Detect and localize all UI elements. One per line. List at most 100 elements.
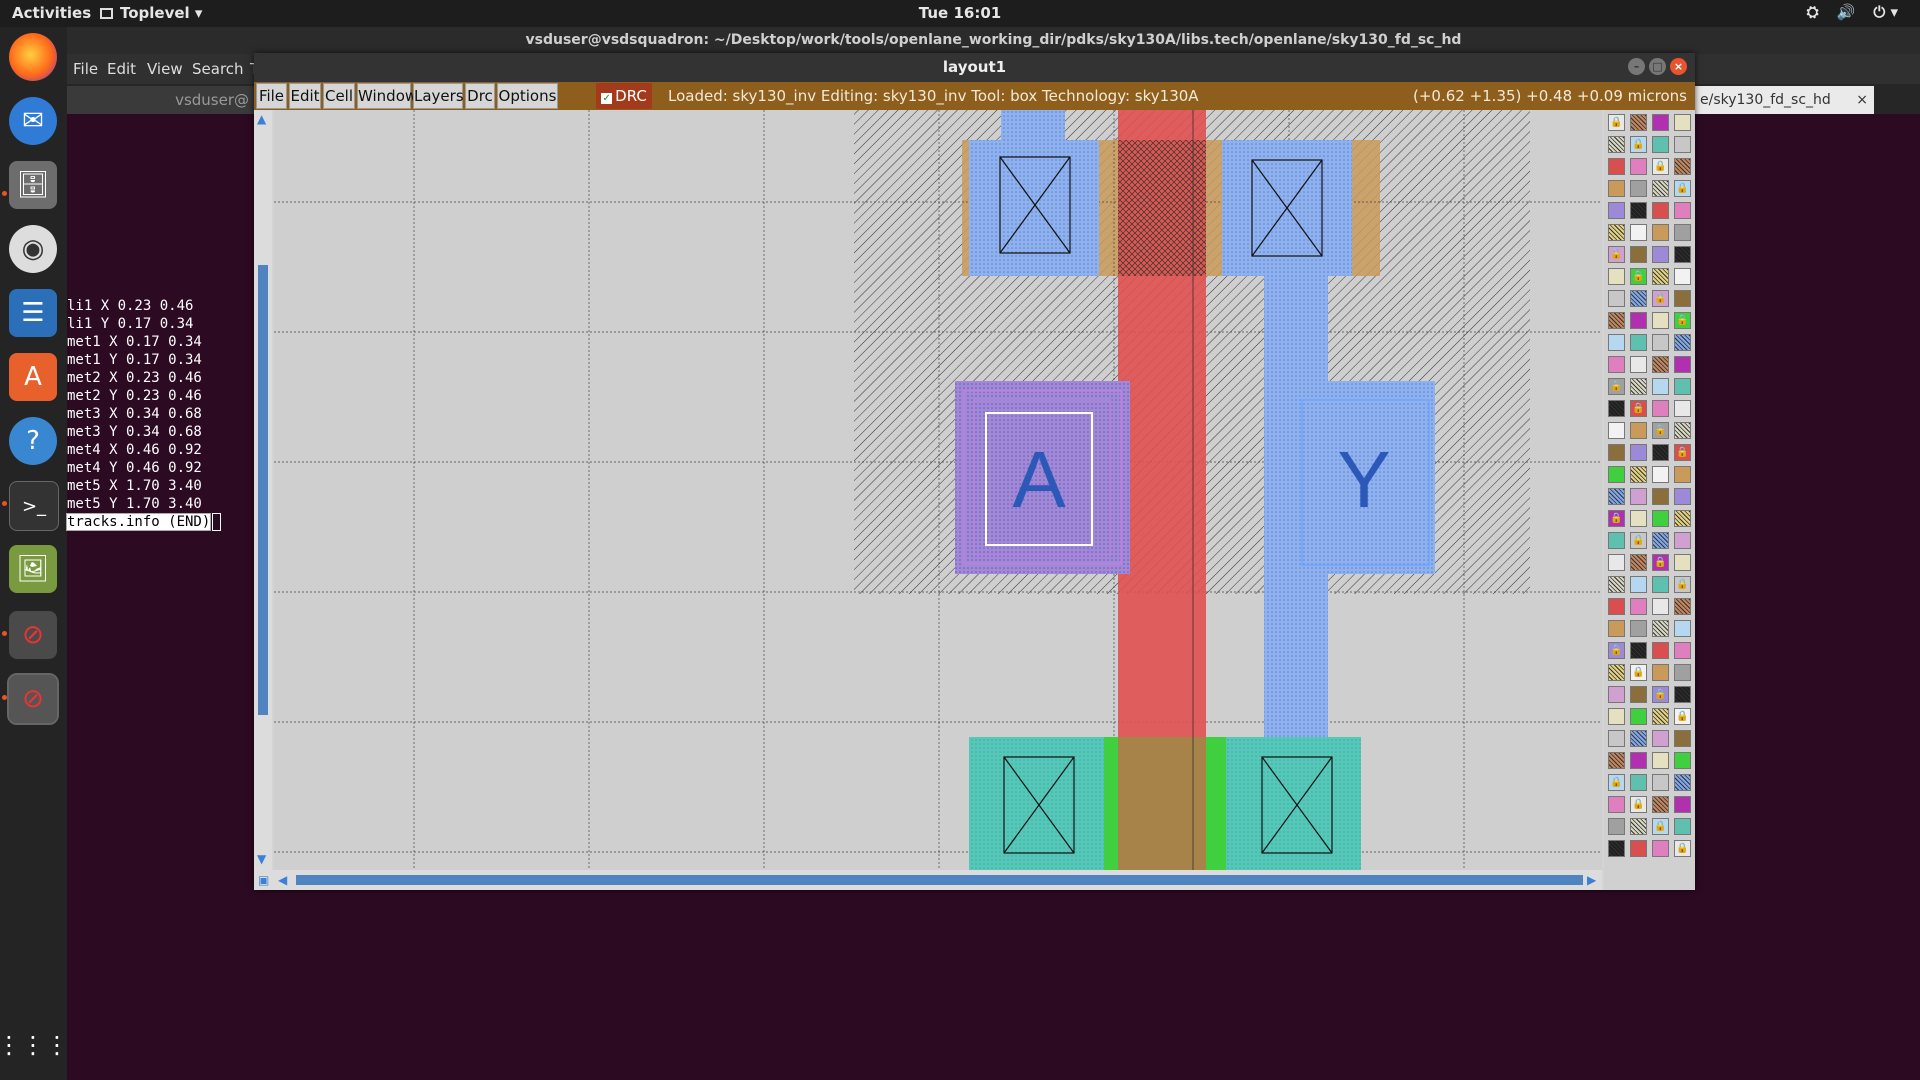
writer-icon[interactable]: ☰ [9, 289, 57, 337]
layer-swatch[interactable] [1608, 488, 1625, 505]
layer-swatch[interactable] [1674, 356, 1691, 373]
layer-swatch[interactable]: 🔒 [1652, 158, 1669, 175]
zoom-box-icon[interactable]: ▣ [258, 873, 269, 887]
layer-swatch[interactable] [1608, 444, 1625, 461]
layer-swatch[interactable]: 🔒 [1674, 840, 1691, 857]
layer-swatch[interactable] [1674, 510, 1691, 527]
layer-swatch[interactable] [1630, 708, 1647, 725]
layer-swatch[interactable]: 🔒 [1630, 532, 1647, 549]
layer-swatch[interactable]: 🔒 [1674, 444, 1691, 461]
layer-swatch[interactable] [1652, 510, 1669, 527]
layer-swatch[interactable] [1608, 312, 1625, 329]
layer-swatch[interactable] [1630, 312, 1647, 329]
layer-swatch[interactable] [1630, 774, 1647, 791]
layer-swatch[interactable] [1608, 356, 1625, 373]
layer-swatch[interactable] [1608, 752, 1625, 769]
layer-swatch[interactable] [1630, 422, 1647, 439]
menu-cell[interactable]: Cell [323, 83, 355, 109]
layer-swatch[interactable] [1630, 334, 1647, 351]
layer-swatch[interactable] [1630, 290, 1647, 307]
layer-swatch[interactable] [1674, 136, 1691, 153]
layer-swatch[interactable] [1608, 532, 1625, 549]
layer-swatch[interactable] [1674, 620, 1691, 637]
layer-swatch[interactable]: 🔒 [1652, 818, 1669, 835]
layer-swatch[interactable] [1608, 554, 1625, 571]
terminal-tab[interactable]: vsduser@ [67, 86, 257, 114]
layer-swatch[interactable]: 🔒 [1608, 510, 1625, 527]
layer-swatch[interactable] [1608, 180, 1625, 197]
layer-swatch[interactable] [1608, 466, 1625, 483]
layer-swatch[interactable] [1674, 268, 1691, 285]
menu-options[interactable]: Options [497, 83, 558, 109]
layer-swatch[interactable] [1608, 136, 1625, 153]
scroll-down-icon[interactable]: ▼ [257, 852, 266, 866]
layer-swatch[interactable] [1608, 686, 1625, 703]
layer-swatch[interactable] [1652, 576, 1669, 593]
layer-swatch[interactable] [1652, 840, 1669, 857]
layer-swatch[interactable] [1608, 620, 1625, 637]
menu-window[interactable]: Window [357, 83, 417, 109]
layer-swatch[interactable] [1674, 202, 1691, 219]
blocked-app-icon[interactable]: ⊘ [9, 611, 57, 659]
layer-swatch[interactable] [1652, 246, 1669, 263]
layer-swatch[interactable] [1630, 598, 1647, 615]
layer-swatch[interactable] [1630, 180, 1647, 197]
system-tray[interactable]: ⛭ 🔊 ⏻ ▾ [1807, 3, 1898, 21]
layer-swatch[interactable]: 🔒 [1608, 642, 1625, 659]
layer-swatch[interactable] [1674, 686, 1691, 703]
layer-swatch[interactable] [1608, 796, 1625, 813]
clock[interactable]: Tue 16:01 [0, 4, 1920, 22]
layer-swatch[interactable] [1630, 466, 1647, 483]
layer-swatch[interactable] [1674, 114, 1691, 131]
layer-swatch[interactable]: 🔒 [1630, 796, 1647, 813]
layer-swatch[interactable]: 🔒 [1608, 378, 1625, 395]
layer-swatch[interactable] [1608, 664, 1625, 681]
help-icon[interactable]: ? [9, 417, 57, 465]
scroll-up-icon[interactable]: ▲ [257, 112, 266, 126]
layer-swatch[interactable] [1674, 158, 1691, 175]
layer-swatch[interactable]: 🔒 [1652, 422, 1669, 439]
close-icon[interactable]: × [1670, 58, 1687, 75]
layer-swatch[interactable] [1630, 202, 1647, 219]
layer-swatch[interactable] [1652, 598, 1669, 615]
layer-swatch[interactable]: 🔒 [1608, 246, 1625, 263]
layer-swatch[interactable] [1608, 334, 1625, 351]
layer-swatch[interactable] [1674, 598, 1691, 615]
layer-swatch[interactable] [1652, 642, 1669, 659]
layer-swatch[interactable] [1630, 752, 1647, 769]
scroll-right-icon[interactable]: ▶ [1587, 873, 1596, 887]
layer-swatch[interactable] [1652, 730, 1669, 747]
layer-swatch[interactable]: 🔒 [1674, 312, 1691, 329]
layer-swatch[interactable] [1652, 202, 1669, 219]
layer-swatch[interactable] [1674, 224, 1691, 241]
layout-canvas[interactable]: A Y [274, 110, 1602, 870]
layer-swatch[interactable] [1652, 114, 1669, 131]
layer-swatch[interactable]: 🔒 [1630, 136, 1647, 153]
layer-swatch[interactable] [1674, 752, 1691, 769]
network-icon[interactable]: ⛭ [1807, 3, 1819, 21]
layer-swatch[interactable] [1674, 818, 1691, 835]
layer-swatch[interactable] [1608, 818, 1625, 835]
layer-swatch[interactable]: 🔒 [1652, 686, 1669, 703]
layer-swatch[interactable] [1674, 334, 1691, 351]
layer-swatch[interactable] [1652, 356, 1669, 373]
layer-swatch[interactable] [1630, 840, 1647, 857]
layer-swatch[interactable] [1652, 268, 1669, 285]
layer-swatch[interactable] [1608, 202, 1625, 219]
layer-swatch[interactable]: 🔒 [1630, 268, 1647, 285]
layer-swatch[interactable] [1630, 378, 1647, 395]
layer-swatch[interactable] [1608, 290, 1625, 307]
layer-swatch[interactable] [1630, 642, 1647, 659]
layer-swatch[interactable] [1608, 708, 1625, 725]
layer-swatch[interactable] [1630, 620, 1647, 637]
layer-swatch[interactable]: 🔒 [1630, 664, 1647, 681]
layer-swatch[interactable] [1608, 598, 1625, 615]
layer-swatch[interactable] [1652, 312, 1669, 329]
layer-swatch[interactable] [1652, 774, 1669, 791]
maximize-icon[interactable]: □ [1649, 58, 1666, 75]
layer-swatch[interactable] [1652, 224, 1669, 241]
menu-drc[interactable]: Drc [465, 83, 495, 109]
volume-icon[interactable]: 🔊 [1837, 3, 1856, 21]
horizontal-scrollbar[interactable]: ▣ ◀ ▶ [254, 870, 1602, 890]
layer-swatch[interactable] [1674, 488, 1691, 505]
